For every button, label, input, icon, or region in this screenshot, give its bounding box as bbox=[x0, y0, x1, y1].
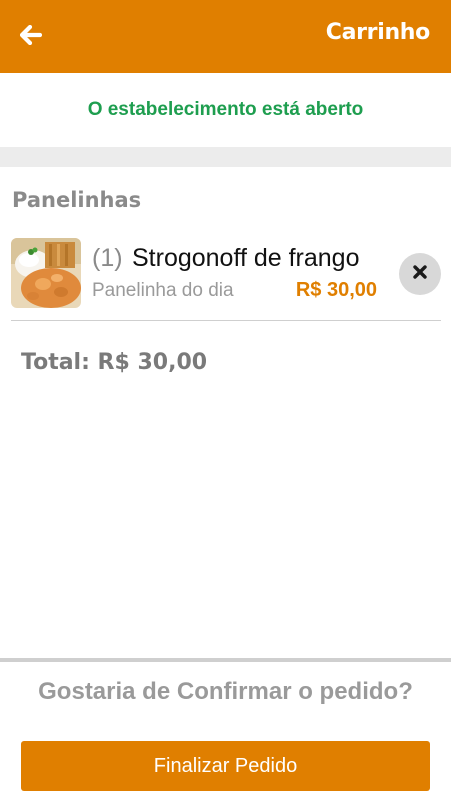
checkout-footer: Gostaria de Confirmar o pedido? Finaliza… bbox=[0, 658, 451, 800]
store-status-text: O estabelecimento está aberto bbox=[87, 99, 364, 120]
app-header: Carrinho bbox=[0, 0, 451, 73]
item-quantity: (1) bbox=[92, 244, 123, 272]
remove-item-button[interactable] bbox=[399, 253, 441, 295]
item-price: R$ 30,00 bbox=[295, 279, 377, 301]
item-name: Strogonoff de frango bbox=[132, 244, 360, 272]
item-thumbnail bbox=[11, 238, 81, 308]
cart-screen: Carrinho O estabelecimento está aberto P… bbox=[0, 0, 451, 800]
page-title: Carrinho bbox=[325, 20, 431, 45]
item-description: Panelinha do dia bbox=[92, 280, 234, 301]
cart-total: Total: R$ 30,00 bbox=[21, 350, 208, 375]
category-title: Panelinhas bbox=[12, 188, 142, 212]
arrow-left-icon bbox=[19, 24, 43, 50]
close-icon bbox=[413, 264, 427, 284]
section-divider bbox=[0, 147, 451, 167]
back-button[interactable] bbox=[16, 22, 46, 52]
store-status: O estabelecimento está aberto bbox=[0, 73, 451, 147]
cart-item-row: (1) Strogonoff de frango Panelinha do di… bbox=[11, 236, 441, 321]
confirm-question: Gostaria de Confirmar o pedido? bbox=[38, 678, 413, 705]
finalize-order-button[interactable]: Finalizar Pedido bbox=[21, 741, 430, 791]
